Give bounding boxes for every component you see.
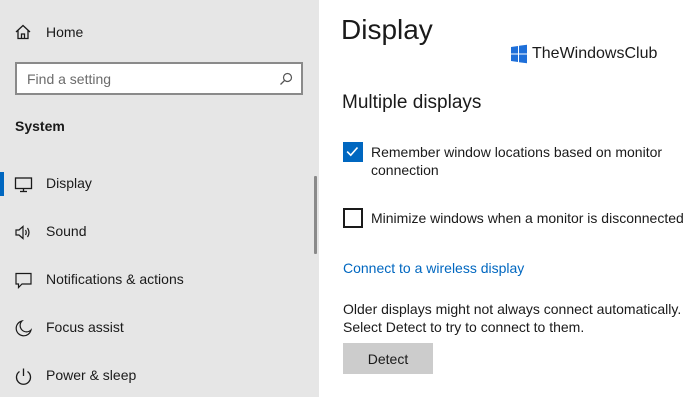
speaker-icon <box>15 225 30 240</box>
sidebar-item-focus-assist[interactable]: Focus assist <box>0 306 314 350</box>
sidebar-item-display[interactable]: Display <box>0 162 314 206</box>
monitor-icon <box>14 177 33 193</box>
power-icon <box>15 368 32 385</box>
note-line-1: Older displays might not always connect … <box>343 301 682 317</box>
notification-icon <box>15 272 32 289</box>
connect-wireless-display-link[interactable]: Connect to a wireless display <box>343 260 524 276</box>
sidebar-item-home[interactable]: Home <box>0 14 319 50</box>
page-title: Display <box>341 14 433 45</box>
section-header-system: System <box>15 118 65 134</box>
sidebar-item-label: Display <box>46 175 92 191</box>
watermark-text: TheWindowsClub <box>532 45 658 62</box>
note-line-2: Select Detect to try to connect to them. <box>343 319 585 335</box>
sidebar-item-label: Power & sleep <box>46 367 137 383</box>
windows-club-logo-icon <box>511 44 527 64</box>
sidebar-item-label: Sound <box>46 223 87 239</box>
sidebar-item-power-sleep[interactable]: Power & sleep <box>0 354 314 397</box>
home-icon <box>15 24 31 40</box>
older-displays-note: Older displays might not always connect … <box>343 300 681 336</box>
detect-button[interactable]: Detect <box>343 343 433 374</box>
sidebar-item-label: Focus assist <box>46 319 124 335</box>
sidebar: Home Find a setting System Display Sound… <box>0 0 319 397</box>
moon-icon <box>15 319 33 337</box>
sidebar-item-notifications[interactable]: Notifications & actions <box>0 258 314 302</box>
remember-label-line-2: connection <box>371 162 439 178</box>
remember-window-locations-checkbox[interactable] <box>343 142 363 162</box>
search-input[interactable]: Find a setting <box>15 62 303 95</box>
sidebar-item-label: Notifications & actions <box>46 271 184 287</box>
home-label: Home <box>46 24 84 40</box>
minimize-windows-label[interactable]: Minimize windows when a monitor is disco… <box>371 209 684 227</box>
checkmark-icon <box>346 146 359 157</box>
search-icon[interactable] <box>279 72 293 86</box>
sidebar-item-sound[interactable]: Sound <box>0 210 314 254</box>
minimize-windows-checkbox[interactable] <box>343 208 363 228</box>
section-title-multiple-displays: Multiple displays <box>342 92 482 113</box>
remember-label-line-1: Remember window locations based on monit… <box>371 144 663 160</box>
sidebar-scrollbar[interactable] <box>314 176 317 254</box>
remember-window-locations-label[interactable]: Remember window locations based on monit… <box>371 143 662 179</box>
main-content: Display TheWindowsClub Multiple displays… <box>319 0 700 397</box>
watermark: TheWindowsClub <box>509 44 657 64</box>
search-placeholder: Find a setting <box>27 71 112 87</box>
